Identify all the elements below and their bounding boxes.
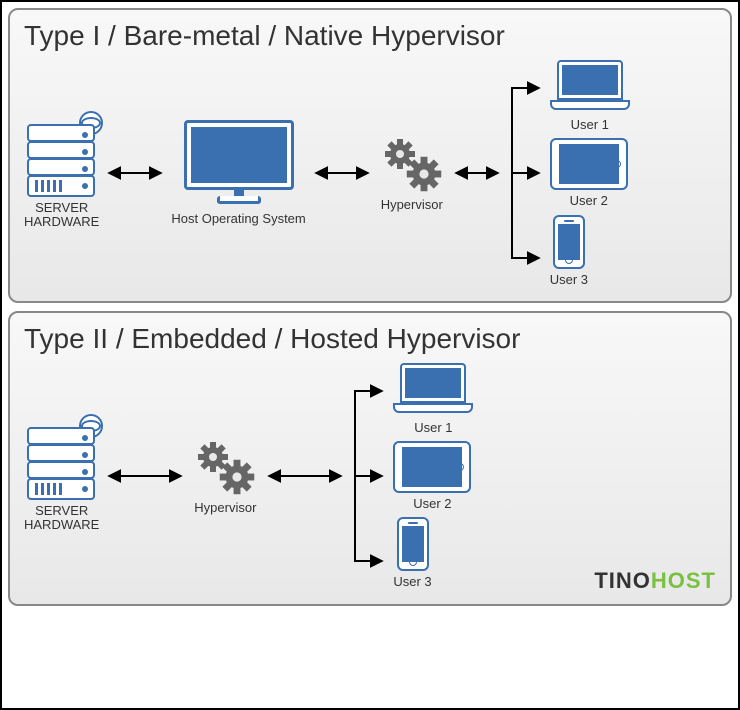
user1-node: User 1 xyxy=(550,60,630,132)
hypervisor-label: Hypervisor xyxy=(194,501,256,515)
user1-node: User 1 xyxy=(393,363,473,435)
type1-flow-row: SERVER HARDWARE Host Operating System Hy… xyxy=(24,60,716,287)
gears-icon xyxy=(191,437,259,497)
phone-icon xyxy=(553,215,585,269)
user2-label: User 2 xyxy=(570,194,608,208)
brand-logo: TINOHOST xyxy=(594,568,716,594)
tablet-icon xyxy=(393,441,471,493)
host-os-label: Host Operating System xyxy=(171,212,305,226)
bidir-arrow-icon xyxy=(312,163,372,183)
user1-label: User 1 xyxy=(414,421,452,435)
branch-connector-icon xyxy=(508,68,544,278)
bidir-arrow-icon xyxy=(452,163,502,183)
hypervisor-node: Hypervisor xyxy=(378,134,446,212)
type2-flow-row: SERVER HARDWARE Hypervisor xyxy=(24,363,716,590)
bidir-arrow-icon xyxy=(105,466,185,486)
bidir-arrow-icon xyxy=(265,466,345,486)
users-column: User 1 User 2 User 3 xyxy=(393,363,473,590)
user3-node: User 3 xyxy=(393,517,431,589)
hypervisor-label: Hypervisor xyxy=(381,198,443,212)
panel-type1: Type I / Bare-metal / Native Hypervisor … xyxy=(8,8,732,303)
panel-type1-title: Type I / Bare-metal / Native Hypervisor xyxy=(24,20,716,52)
server-icon xyxy=(27,420,97,500)
user3-label: User 3 xyxy=(550,273,588,287)
server-icon xyxy=(27,117,97,197)
server-hardware-label: SERVER HARDWARE xyxy=(24,201,99,230)
gears-icon xyxy=(378,134,446,194)
bidir-arrow-icon xyxy=(105,163,165,183)
user3-label: User 3 xyxy=(393,575,431,589)
tablet-icon xyxy=(550,138,628,190)
host-os-node: Host Operating System xyxy=(171,120,305,226)
monitor-icon xyxy=(184,120,294,208)
user1-label: User 1 xyxy=(571,118,609,132)
laptop-icon xyxy=(550,60,630,114)
server-hardware-node: SERVER HARDWARE xyxy=(24,420,99,533)
user2-node: User 2 xyxy=(393,441,471,511)
user3-node: User 3 xyxy=(550,215,588,287)
panel-type2-title: Type II / Embedded / Hosted Hypervisor xyxy=(24,323,716,355)
brand-part1: TINO xyxy=(594,568,651,593)
server-hardware-label: SERVER HARDWARE xyxy=(24,504,99,533)
user2-node: User 2 xyxy=(550,138,628,208)
branch-connector-icon xyxy=(351,371,387,581)
hypervisor-node: Hypervisor xyxy=(191,437,259,515)
laptop-icon xyxy=(393,363,473,417)
phone-icon xyxy=(397,517,429,571)
brand-part2: HOST xyxy=(651,568,716,593)
panel-type2: Type II / Embedded / Hosted Hypervisor S… xyxy=(8,311,732,606)
server-hardware-node: SERVER HARDWARE xyxy=(24,117,99,230)
user2-label: User 2 xyxy=(413,497,451,511)
users-column: User 1 User 2 User 3 xyxy=(550,60,630,287)
